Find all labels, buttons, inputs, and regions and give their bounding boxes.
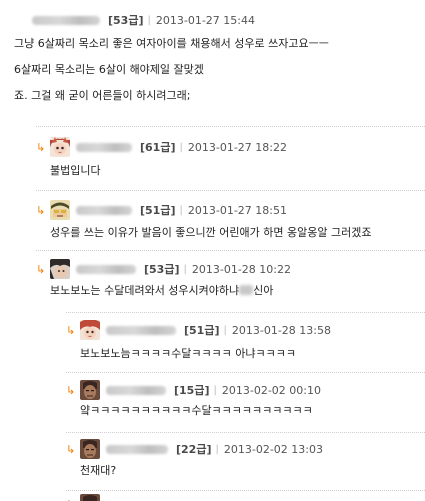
comment-timestamp: 2013-02-02 00:10: [222, 384, 321, 397]
reply-comment: ↳ [51급] | 2013-01-27 18:51 성우를 쓰는 이유가 발음…: [36, 190, 425, 247]
separator: |: [147, 15, 150, 26]
comment: [53급] | 2013-01-27 15:44 그냥 6살짜리 목소리 좋은 …: [14, 10, 419, 108]
reply-arrow-icon: ↳: [66, 444, 76, 455]
user-grade: [53급]: [108, 12, 143, 28]
warrior-avatar-icon[interactable]: [80, 380, 100, 400]
reply-comment: ↳ [22급] | 2013-02-02 13:03 천재대?: [66, 432, 425, 487]
comment-line: 죠. 그걸 왜 굳이 어른들이 하시려그래;: [14, 89, 329, 103]
reply-comment: ↳: [66, 490, 425, 501]
comment-header: ↳ [15급] | 2013-02-02 00:10: [66, 380, 321, 400]
reply-arrow-icon: ↳: [36, 142, 46, 153]
comment-line: 얔ㅋㅋㅋㅋㅋㅋㅋㅋㅋㅋ수달ㅋㅋㅋㅋㅋㅋㅋㅋㅋㅋ: [80, 404, 313, 418]
blurred-nickname[interactable]: [106, 386, 166, 395]
reply-arrow-icon: ↳: [36, 264, 46, 275]
separator: |: [179, 142, 182, 153]
user-grade: [22급]: [176, 441, 211, 457]
red-hair-avatar-icon[interactable]: [80, 320, 100, 340]
user-grade: [51급]: [140, 202, 175, 218]
separator: |: [179, 205, 182, 216]
comment-line: 6살짜리 목소리는 6살이 해야제일 잘맞겠: [14, 63, 329, 77]
user-grade: [53급]: [144, 261, 179, 277]
comment-body: 보노보노늠ㅋㅋㅋㅋ수달ㅋㅋㅋㅋ 아냐ㅋㅋㅋㅋ: [80, 347, 296, 369]
comment-text: 신아: [253, 284, 273, 297]
comment-timestamp: 2013-01-27 18:22: [188, 141, 287, 154]
comment-line: 보노보노늠ㅋㅋㅋㅋ수달ㅋㅋㅋㅋ 아냐ㅋㅋㅋㅋ: [80, 347, 296, 361]
comment-thread: [53급] | 2013-01-27 15:44 그냥 6살짜리 목소리 좋은 …: [0, 0, 425, 500]
comment-body: 그냥 6살짜리 목소리 좋은 여자아이를 채용해서 성우로 쓰자고요ㅡㅡ 6살짜…: [14, 37, 329, 111]
fox-girl-avatar-icon[interactable]: [50, 137, 70, 157]
hat-character-avatar-icon[interactable]: [50, 200, 70, 220]
comment-header: ↳ [51급] | 2013-01-28 13:58: [66, 320, 331, 340]
comment-header: [53급] | 2013-01-27 15:44: [14, 10, 255, 30]
comment-header: ↳ [51급] | 2013-01-27 18:51: [36, 200, 287, 220]
reply-arrow-icon: ↳: [36, 205, 46, 216]
comment-line: 그냥 6살짜리 목소리 좋은 여자아이를 채용해서 성우로 쓰자고요ㅡㅡ: [14, 37, 329, 51]
comment-body: 불법입니다: [50, 164, 101, 186]
comment-line: 천재대?: [80, 464, 116, 478]
user-grade: [51급]: [184, 322, 219, 338]
comment-timestamp: 2013-02-02 13:03: [224, 443, 323, 456]
blurred-text: [239, 285, 253, 295]
warrior-avatar-icon[interactable]: [80, 439, 100, 459]
blurred-nickname[interactable]: [76, 265, 136, 274]
comment-header: ↳ [53급] | 2013-01-28 10:22: [36, 259, 291, 279]
reply-comment: ↳ [15급] | 2013-02-02 00:10 얔ㅋㅋㅋㅋㅋㅋㅋㅋㅋㅋ수달…: [66, 372, 425, 429]
blurred-nickname[interactable]: [76, 143, 132, 152]
comment-timestamp: 2013-01-28 10:22: [192, 263, 291, 276]
comment-timestamp: 2013-01-27 15:44: [156, 14, 255, 27]
reply-arrow-icon: ↳: [66, 325, 76, 336]
reply-arrow-icon: ↳: [66, 385, 76, 396]
blurred-nickname[interactable]: [106, 326, 176, 335]
separator: |: [223, 325, 226, 336]
comment-timestamp: 2013-01-27 18:51: [188, 204, 287, 217]
user-grade: [15급]: [174, 382, 209, 398]
reply-comment: ↳ [61급] | 2013-01-27 18:22 불법입니다: [36, 126, 425, 185]
separator: |: [213, 385, 216, 396]
comment-body: 천재대?: [80, 464, 116, 486]
blurred-nickname[interactable]: [106, 445, 168, 454]
comment-line: 보노보노는 수달데려와서 성우시켜야하냐 신아: [50, 284, 273, 298]
comment-header: ↳ [22급] | 2013-02-02 13:03: [66, 439, 323, 459]
comment-timestamp: 2013-01-28 13:58: [232, 324, 331, 337]
comment-text: 보노보노는 수달데려와서 성우시켜야하냐: [50, 284, 239, 297]
reply-comment: ↳ [53급] | 2013-01-28 10:22 보노보노는 수달데려와서 …: [36, 250, 425, 307]
blurred-nickname[interactable]: [76, 206, 132, 215]
comment-line: 성우를 쓰는 이유가 발음이 좋으니깐 어린애가 하면 옹알옹알 그러겠죠: [50, 226, 371, 240]
separator: |: [183, 264, 186, 275]
separator: |: [215, 444, 218, 455]
comment-header: ↳ [61급] | 2013-01-27 18:22: [36, 137, 287, 157]
comment-body: 보노보노는 수달데려와서 성우시켜야하냐 신아: [50, 284, 273, 306]
dark-hair-avatar-icon[interactable]: [50, 259, 70, 279]
comment-body: 얔ㅋㅋㅋㅋㅋㅋㅋㅋㅋㅋ수달ㅋㅋㅋㅋㅋㅋㅋㅋㅋㅋ: [80, 404, 313, 426]
user-grade: [61급]: [140, 139, 175, 155]
blurred-nickname[interactable]: [32, 16, 100, 25]
reply-comment: ↳ [51급] | 2013-01-28 13:58 보노보노늠ㅋㅋㅋㅋ수달ㅋㅋ…: [66, 312, 425, 371]
comment-body: 성우를 쓰는 이유가 발음이 좋으니깐 어린애가 하면 옹알옹알 그러겠죠: [50, 226, 371, 248]
comment-line: 불법입니다: [50, 164, 101, 178]
